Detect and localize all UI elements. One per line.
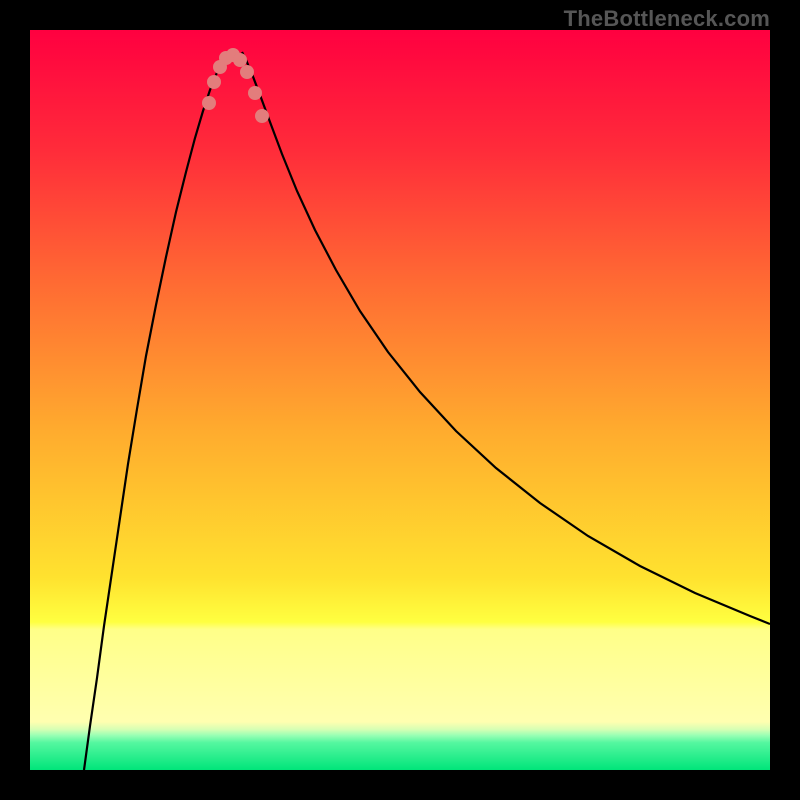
watermark-text: TheBottleneck.com <box>564 6 770 32</box>
minimum-marker-dot <box>202 96 216 110</box>
minimum-marker-dot <box>248 86 262 100</box>
curve-right-branch <box>242 52 770 624</box>
curve-left-branch <box>84 52 225 770</box>
curve-minimum-markers <box>202 48 269 123</box>
minimum-marker-dot <box>255 109 269 123</box>
chart-curves <box>30 30 770 770</box>
minimum-marker-dot <box>207 75 221 89</box>
plot-area <box>30 30 770 770</box>
minimum-marker-dot <box>240 65 254 79</box>
minimum-marker-dot <box>233 53 247 67</box>
chart-frame: TheBottleneck.com <box>0 0 800 800</box>
